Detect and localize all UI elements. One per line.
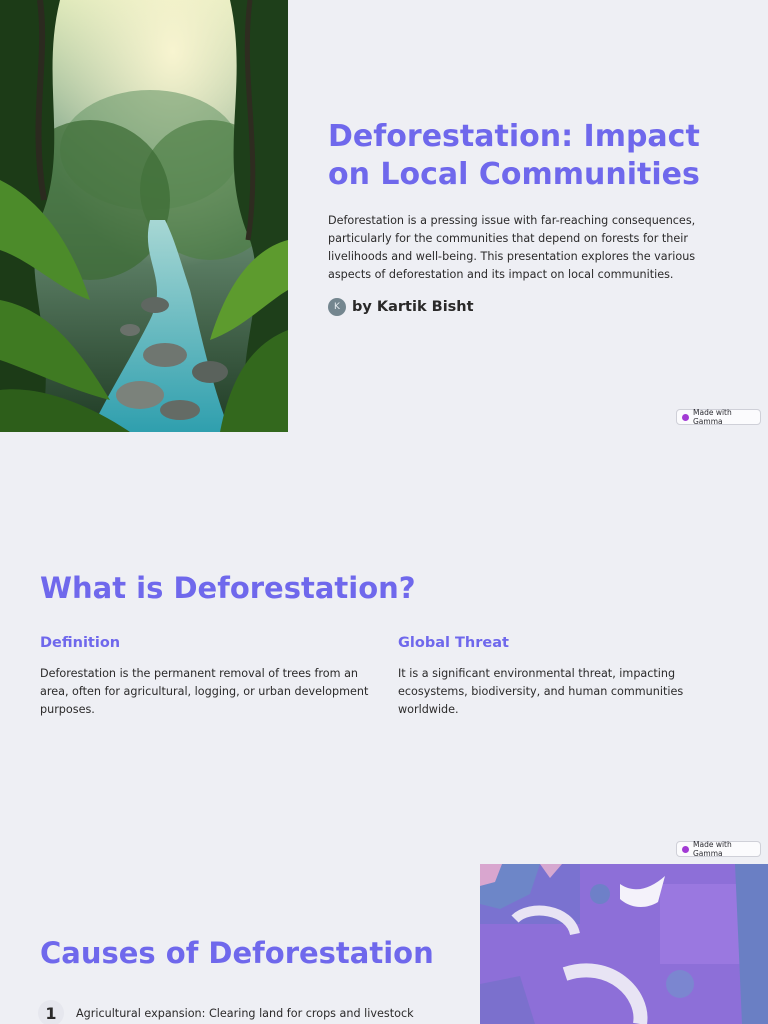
section-title-causes: Causes of Deforestation bbox=[40, 936, 434, 970]
badge-label: Made with Gamma bbox=[693, 408, 732, 426]
column-heading: Global Threat bbox=[398, 635, 509, 651]
cause-text: Agricultural expansion: Clearing land fo… bbox=[76, 1006, 414, 1020]
global-threat-column: Global Threat It is a significant enviro… bbox=[398, 635, 718, 719]
title-block: Deforestation: Impact on Local Communiti… bbox=[328, 118, 728, 316]
deforestation-satellite-image bbox=[480, 864, 768, 1024]
gamma-logo-icon bbox=[682, 413, 689, 421]
avatar: K bbox=[328, 298, 346, 316]
presentation-scroll-view[interactable]: Deforestation: Impact on Local Communiti… bbox=[0, 0, 768, 1024]
column-text: Deforestation is the permanent removal o… bbox=[40, 667, 369, 716]
slide-title: Deforestation: Impact on Local Communiti… bbox=[328, 119, 700, 192]
list-item: 1 Agricultural expansion: Clearing land … bbox=[38, 1000, 414, 1024]
author-name: by Kartik Bisht bbox=[352, 299, 474, 315]
definition-column: Definition Deforestation is the permanen… bbox=[40, 635, 370, 719]
intro-paragraph: Deforestation is a pressing issue with f… bbox=[328, 214, 696, 281]
section-title-what-is: What is Deforestation? bbox=[40, 571, 416, 605]
column-text: It is a significant environmental threat… bbox=[398, 667, 684, 716]
made-with-gamma-badge[interactable]: Made with Gamma bbox=[676, 840, 761, 858]
cause-number-badge: 1 bbox=[38, 1000, 64, 1024]
made-with-gamma-badge[interactable]: Made with Gamma bbox=[676, 408, 761, 426]
rainforest-river-image bbox=[0, 0, 288, 432]
gamma-logo-icon bbox=[682, 845, 689, 853]
author-row: K by Kartik Bisht bbox=[328, 298, 728, 316]
column-heading: Definition bbox=[40, 635, 121, 651]
badge-label: Made with Gamma bbox=[693, 840, 732, 858]
